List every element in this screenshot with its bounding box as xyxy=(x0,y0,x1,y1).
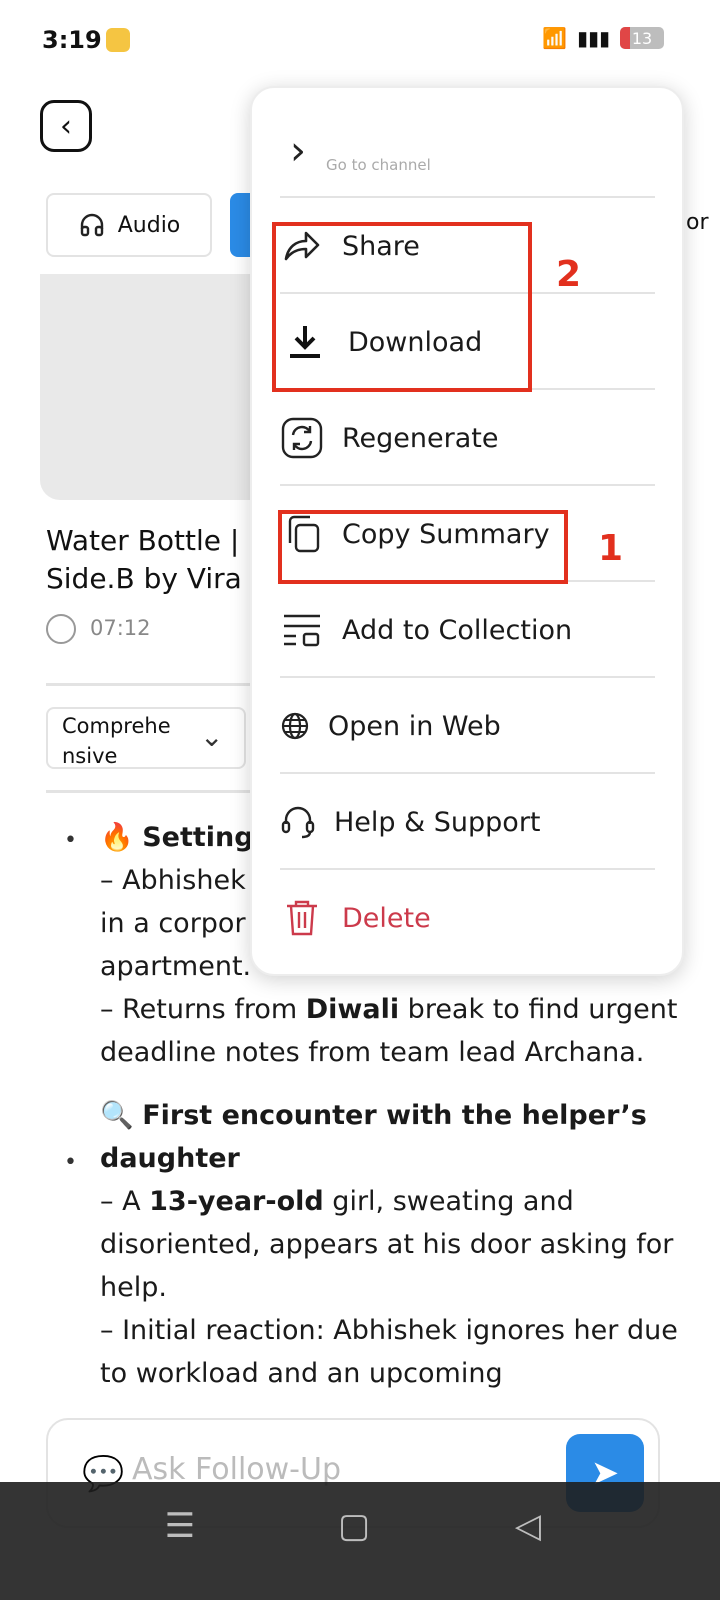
annotation-label-1: 1 xyxy=(598,528,624,569)
summary-line: – Initial reaction: Abhishek ignores her… xyxy=(100,1315,678,1389)
wifi-icon: 📶 xyxy=(542,26,567,50)
section-heading: Setting xyxy=(142,822,254,853)
signal-icon: ▮▮▮ xyxy=(576,26,610,50)
menu-item-label: Open in Web xyxy=(328,710,501,742)
fire-icon: 🔥 xyxy=(100,822,134,853)
annotation-label-2: 2 xyxy=(556,254,582,295)
menu-item-help-support[interactable]: Help & Support xyxy=(280,774,655,870)
video-duration: 07:12 xyxy=(90,616,151,640)
chevron-right-icon[interactable]: › xyxy=(290,128,306,174)
collection-icon xyxy=(280,612,324,648)
menu-item-label: Help & Support xyxy=(334,806,541,838)
menu-item-add-to-collection[interactable]: Add to Collection xyxy=(280,582,655,678)
summary-mode-label: Comprehensive xyxy=(62,714,171,768)
menu-item-label: Regenerate xyxy=(342,422,499,454)
menu-item-open-in-web[interactable]: Open in Web xyxy=(280,678,655,774)
annotation-box-2 xyxy=(272,222,532,392)
headphones-icon xyxy=(78,211,106,239)
video-title-line1: Water Bottle | xyxy=(46,524,240,557)
refresh-icon xyxy=(280,417,324,459)
status-icons: 📶 ▮▮▮ 13 xyxy=(542,26,664,50)
notification-app-icon xyxy=(106,28,130,52)
section-heading: First encounter with the helper’s daught… xyxy=(100,1100,647,1174)
annotation-box-1 xyxy=(278,510,568,584)
menu-item-delete[interactable]: Delete xyxy=(280,870,655,966)
menu-nav-icon[interactable]: ☰ xyxy=(150,1506,210,1546)
summary-line: – Returns from Diwali break to find urge… xyxy=(100,994,678,1068)
divider xyxy=(46,683,256,686)
back-nav-icon[interactable]: ◁ xyxy=(498,1506,558,1546)
go-to-channel-label[interactable]: Go to channel xyxy=(326,156,431,174)
menu-item-label: Delete xyxy=(342,902,431,934)
globe-icon xyxy=(280,712,310,740)
status-time: 3:19 xyxy=(42,26,102,54)
battery-icon: 13 xyxy=(620,27,664,49)
clock-icon xyxy=(46,614,76,644)
headset-icon xyxy=(280,804,316,840)
magnifier-icon: 🔍 xyxy=(100,1100,134,1131)
tab-partial-label: or xyxy=(686,210,709,235)
trash-icon xyxy=(280,899,324,937)
menu-item-regenerate[interactable]: Regenerate xyxy=(280,390,655,486)
chevron-down-icon[interactable]: ⌄ xyxy=(200,720,223,753)
tab-audio[interactable]: Audio xyxy=(46,193,212,257)
tab-audio-label: Audio xyxy=(117,212,181,238)
back-button[interactable]: ‹ xyxy=(40,100,92,152)
video-thumbnail[interactable] xyxy=(40,274,280,500)
menu-item-label: Add to Collection xyxy=(342,614,573,646)
chevron-left-icon: ‹ xyxy=(60,108,72,144)
video-title: Water Bottle | Side.B by Vira xyxy=(46,522,256,598)
home-nav-icon[interactable]: ▢ xyxy=(324,1506,384,1546)
divider xyxy=(46,790,256,793)
bullet-icon: • xyxy=(64,828,77,853)
video-title-line2: Side.B by Vira xyxy=(46,562,242,595)
summary-line: – A 13-year-old girl, sweating and disor… xyxy=(100,1186,674,1303)
bullet-icon: • xyxy=(64,1150,77,1175)
